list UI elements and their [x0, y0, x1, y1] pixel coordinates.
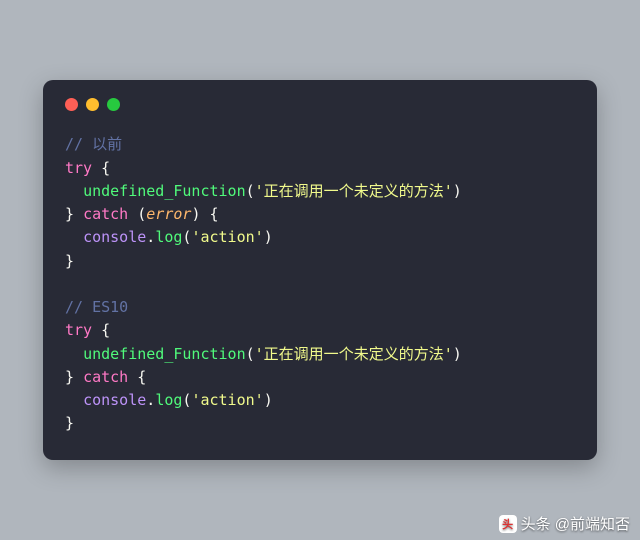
- string-literal: 'action': [191, 391, 263, 409]
- paren: (: [246, 182, 255, 200]
- code-comment: // 以前: [65, 135, 122, 153]
- code-comment: // ES10: [65, 298, 128, 316]
- method-log: log: [155, 228, 182, 246]
- keyword-try: try: [65, 159, 92, 177]
- brace: }: [65, 414, 74, 432]
- indent: [65, 182, 83, 200]
- func-name: undefined_Function: [83, 182, 246, 200]
- maximize-icon[interactable]: [107, 98, 120, 111]
- indent: [65, 345, 83, 363]
- keyword-try: try: [65, 321, 92, 339]
- watermark-text: 头条 @前端知否: [521, 513, 630, 534]
- string-literal: 'action': [191, 228, 263, 246]
- func-name: undefined_Function: [83, 345, 246, 363]
- dot: .: [146, 228, 155, 246]
- indent: [65, 391, 83, 409]
- close-icon[interactable]: [65, 98, 78, 111]
- window-controls: [65, 98, 575, 111]
- brace: }: [65, 205, 83, 223]
- brace: }: [65, 252, 74, 270]
- paren: ): [264, 228, 273, 246]
- dot: .: [146, 391, 155, 409]
- paren: ): [264, 391, 273, 409]
- paren: ): [453, 182, 462, 200]
- brace: {: [92, 321, 110, 339]
- keyword-catch: catch: [83, 368, 128, 386]
- object-console: console: [83, 228, 146, 246]
- paren: (: [246, 345, 255, 363]
- object-console: console: [83, 391, 146, 409]
- watermark: 头 头条 @前端知否: [499, 513, 630, 534]
- paren: ): [453, 345, 462, 363]
- string-literal: '正在调用一个未定义的方法': [255, 345, 453, 363]
- method-log: log: [155, 391, 182, 409]
- brace: {: [128, 368, 146, 386]
- keyword-catch: catch: [83, 205, 128, 223]
- code-window: // 以前 try { undefined_Function('正在调用一个未定…: [43, 80, 597, 459]
- param-error: error: [146, 205, 191, 223]
- paren: (: [128, 205, 146, 223]
- minimize-icon[interactable]: [86, 98, 99, 111]
- indent: [65, 228, 83, 246]
- code-block: // 以前 try { undefined_Function('正在调用一个未定…: [65, 133, 575, 435]
- string-literal: '正在调用一个未定义的方法': [255, 182, 453, 200]
- brace: ) {: [191, 205, 218, 223]
- brace: }: [65, 368, 83, 386]
- toutiao-icon: 头: [499, 515, 517, 533]
- brace: {: [92, 159, 110, 177]
